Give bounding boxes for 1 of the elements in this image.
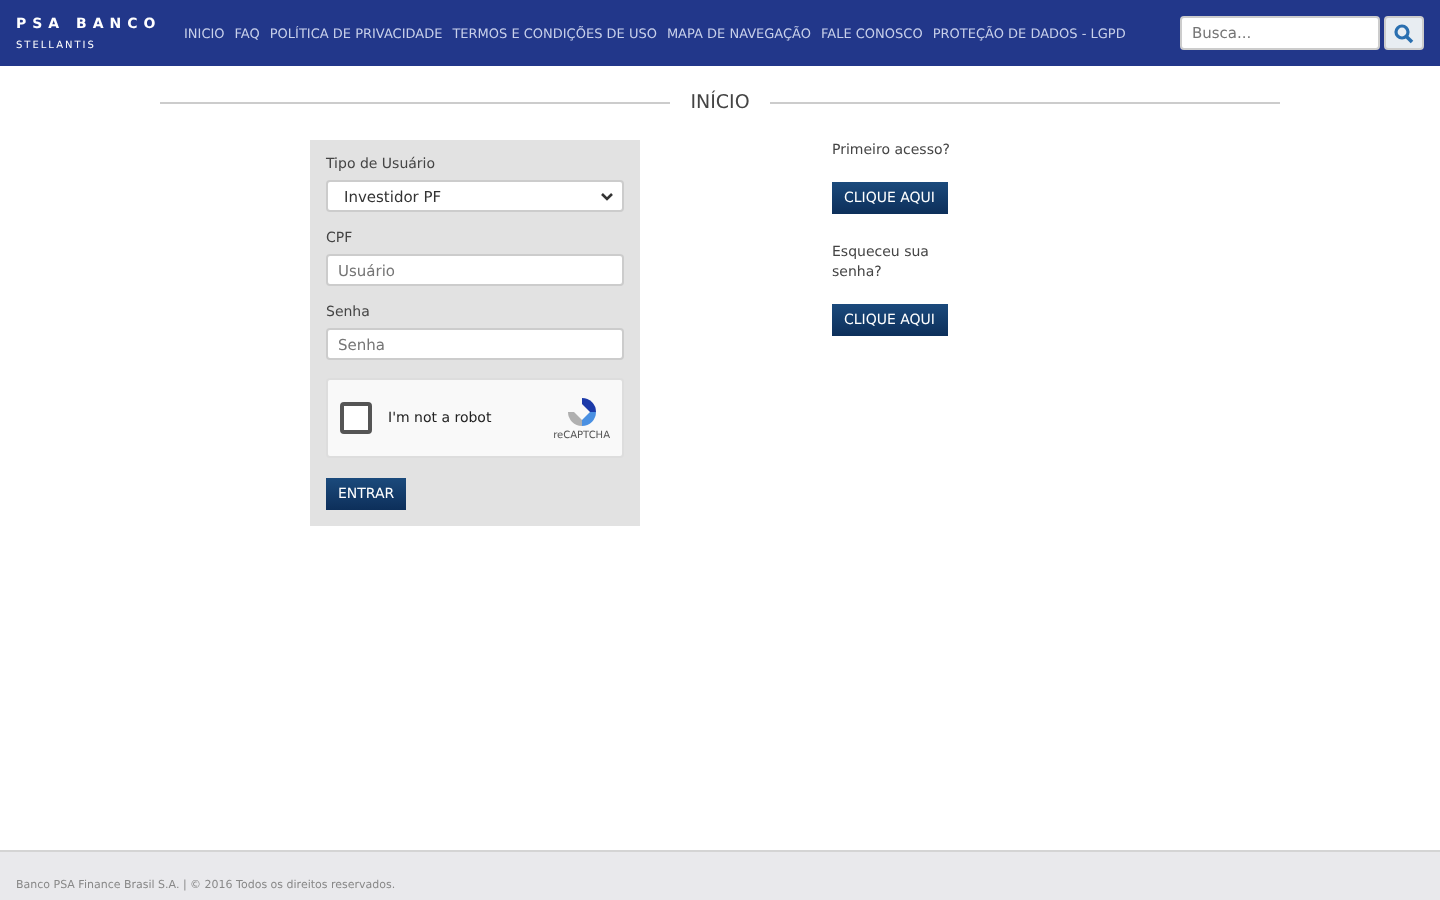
page-title: INÍCIO bbox=[690, 92, 750, 114]
